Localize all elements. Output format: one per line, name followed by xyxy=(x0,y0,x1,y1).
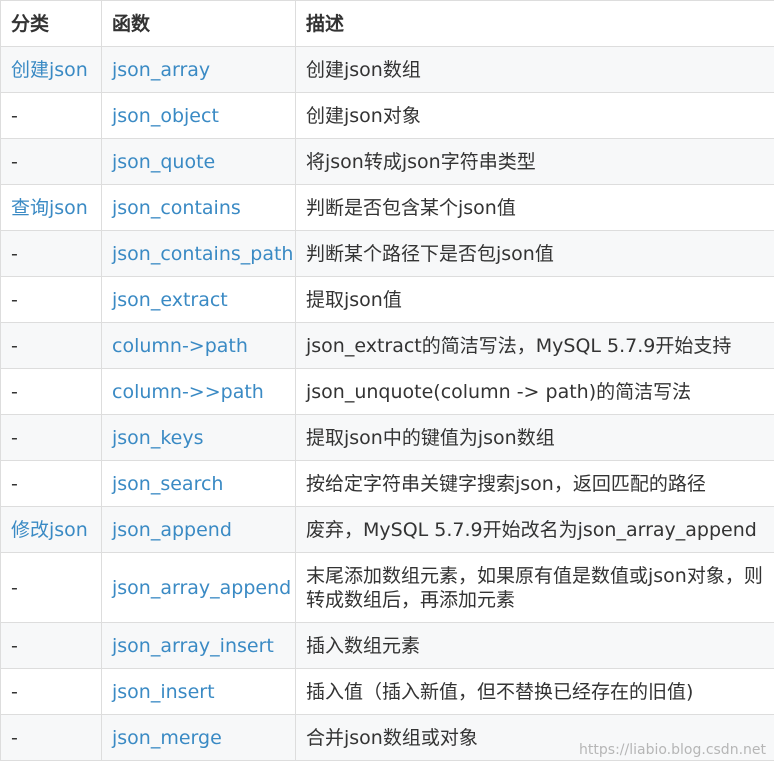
description-cell: 废弃，MySQL 5.7.9开始改名为json_array_append xyxy=(295,506,774,553)
category-cell[interactable]: 查询json xyxy=(0,184,102,231)
category-cell: - xyxy=(0,668,102,715)
json-functions-table: 分类 函数 描述 创建json json_array 创建json数组 - js… xyxy=(0,0,774,761)
description-cell: 将json转成json字符串类型 xyxy=(295,138,774,185)
table-row: - json_contains_path 判断某个路径下是否包json值 xyxy=(0,230,774,277)
category-cell: - xyxy=(0,138,102,185)
category-cell: - xyxy=(0,414,102,461)
function-link[interactable]: json_contains_path xyxy=(101,230,296,277)
category-cell: - xyxy=(0,276,102,323)
description-cell: 按给定字符串关键字搜索json，返回匹配的路径 xyxy=(295,460,774,507)
description-cell: 判断是否包含某个json值 xyxy=(295,184,774,231)
category-cell[interactable]: 创建json xyxy=(0,46,102,93)
table-row: - json_array_append 末尾添加数组元素，如果原有值是数值或js… xyxy=(0,552,774,623)
table-row: - json_extract 提取json值 xyxy=(0,276,774,323)
function-link[interactable]: json_array_append xyxy=(101,552,296,623)
description-cell: 提取json中的键值为json数组 xyxy=(295,414,774,461)
category-cell: - xyxy=(0,552,102,623)
function-link[interactable]: json_object xyxy=(101,92,296,139)
table-row: 修改json json_append 废弃，MySQL 5.7.9开始改名为js… xyxy=(0,506,774,553)
function-link[interactable]: json_array xyxy=(101,46,296,93)
function-link[interactable]: json_merge xyxy=(101,714,296,761)
category-cell[interactable]: 修改json xyxy=(0,506,102,553)
category-cell: - xyxy=(0,622,102,669)
function-link[interactable]: column->path xyxy=(101,322,296,369)
description-cell: 提取json值 xyxy=(295,276,774,323)
table-row: 创建json json_array 创建json数组 xyxy=(0,46,774,93)
description-cell: 创建json数组 xyxy=(295,46,774,93)
function-link[interactable]: json_search xyxy=(101,460,296,507)
description-cell: json_extract的简洁写法，MySQL 5.7.9开始支持 xyxy=(295,322,774,369)
function-link[interactable]: json_insert xyxy=(101,668,296,715)
table-row: - json_array_insert 插入数组元素 xyxy=(0,622,774,669)
description-cell: 判断某个路径下是否包json值 xyxy=(295,230,774,277)
table-row: - json_insert 插入值（插入新值，但不替换已经存在的旧值) xyxy=(0,668,774,715)
watermark: https://liabio.blog.csdn.net xyxy=(579,742,766,758)
table-row: 查询json json_contains 判断是否包含某个json值 xyxy=(0,184,774,231)
description-cell: json_unquote(column -> path)的简洁写法 xyxy=(295,368,774,415)
description-cell: 插入数组元素 xyxy=(295,622,774,669)
description-cell: 创建json对象 xyxy=(295,92,774,139)
category-cell: - xyxy=(0,368,102,415)
function-link[interactable]: column->>path xyxy=(101,368,296,415)
header-description: 描述 xyxy=(295,0,774,47)
function-link[interactable]: json_contains xyxy=(101,184,296,231)
function-link[interactable]: json_append xyxy=(101,506,296,553)
table-header-row: 分类 函数 描述 xyxy=(0,0,774,47)
table-row: - json_object 创建json对象 xyxy=(0,92,774,139)
header-function: 函数 xyxy=(101,0,296,47)
function-link[interactable]: json_array_insert xyxy=(101,622,296,669)
table-row: - json_quote 将json转成json字符串类型 xyxy=(0,138,774,185)
function-link[interactable]: json_extract xyxy=(101,276,296,323)
category-cell: - xyxy=(0,92,102,139)
description-cell: 插入值（插入新值，但不替换已经存在的旧值) xyxy=(295,668,774,715)
table-row: - json_search 按给定字符串关键字搜索json，返回匹配的路径 xyxy=(0,460,774,507)
table-row: - column->path json_extract的简洁写法，MySQL 5… xyxy=(0,322,774,369)
category-cell: - xyxy=(0,460,102,507)
category-cell: - xyxy=(0,714,102,761)
table-row: - column->>path json_unquote(column -> p… xyxy=(0,368,774,415)
table-row: - json_keys 提取json中的键值为json数组 xyxy=(0,414,774,461)
function-link[interactable]: json_keys xyxy=(101,414,296,461)
category-cell: - xyxy=(0,230,102,277)
header-category: 分类 xyxy=(0,0,102,47)
function-link[interactable]: json_quote xyxy=(101,138,296,185)
description-cell: 末尾添加数组元素，如果原有值是数值或json对象，则转成数组后，再添加元素 xyxy=(295,552,774,623)
category-cell: - xyxy=(0,322,102,369)
